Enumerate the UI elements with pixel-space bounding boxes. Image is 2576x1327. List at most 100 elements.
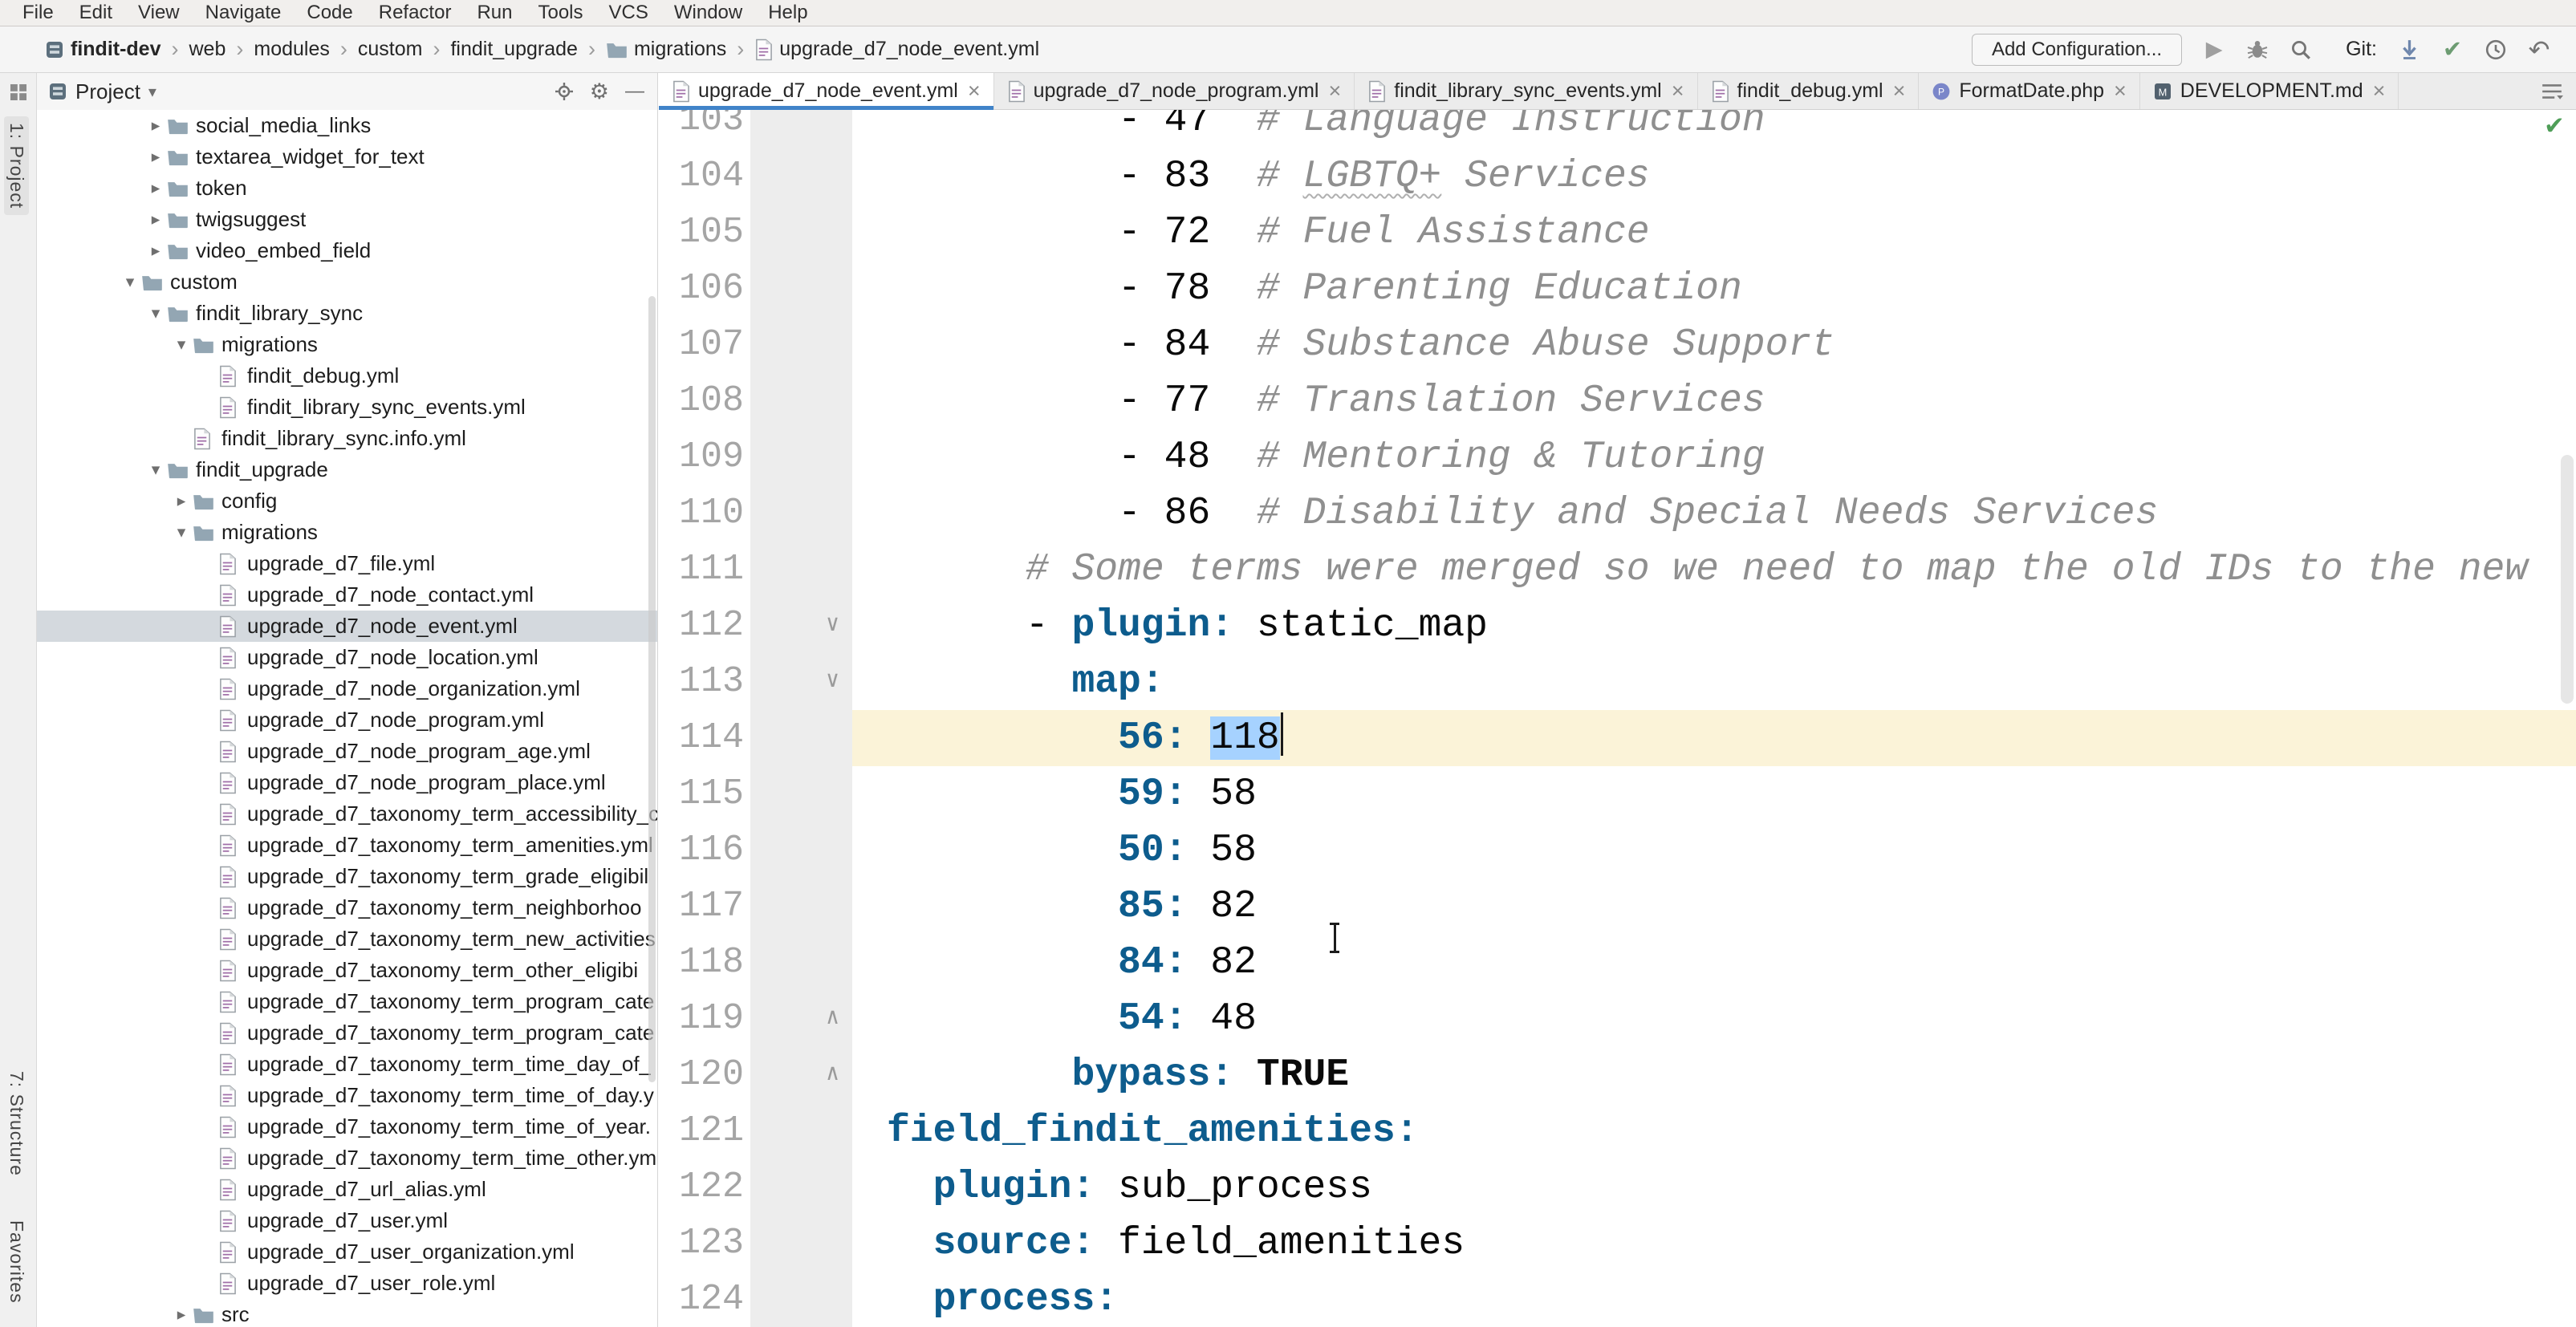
tree-item-upgrade_d7_taxonomy_term_accessibility_c[interactable]: upgrade_d7_taxonomy_term_accessibility_c xyxy=(37,798,657,830)
tab-close-icon[interactable]: × xyxy=(1893,79,1906,103)
code-line-119[interactable]: 119∧ 54: 48 xyxy=(659,991,2576,1047)
code-line-115[interactable]: 115 59: 58 xyxy=(659,766,2576,822)
tree-item-findit_upgrade[interactable]: ▾findit_upgrade xyxy=(37,454,657,485)
tree-item-upgrade_d7_node_program_age.yml[interactable]: upgrade_d7_node_program_age.yml xyxy=(37,736,657,767)
add-configuration-button[interactable]: Add Configuration... xyxy=(1972,34,2182,66)
tree-item-video_embed_field[interactable]: ▸video_embed_field xyxy=(37,235,657,266)
tree-item-upgrade_d7_user_role.yml[interactable]: upgrade_d7_user_role.yml xyxy=(37,1268,657,1299)
breadcrumb-item-modules[interactable]: modules xyxy=(254,38,330,61)
inspections-ok-icon[interactable]: ✔ xyxy=(2544,112,2565,140)
tab-upgrade_d7_node_program.yml[interactable]: upgrade_d7_node_program.yml× xyxy=(994,73,1355,109)
tree-item-upgrade_d7_user.yml[interactable]: upgrade_d7_user.yml xyxy=(37,1205,657,1236)
tree-item-migrations[interactable]: ▾migrations xyxy=(37,517,657,548)
tab-findit_library_sync_events.yml[interactable]: findit_library_sync_events.yml× xyxy=(1355,73,1697,109)
code-line-117[interactable]: 117 85: 82 xyxy=(659,879,2576,935)
menu-item-navigate[interactable]: Navigate xyxy=(193,0,295,26)
code-line-108[interactable]: 108 - 77 # Translation Services xyxy=(659,373,2576,429)
tree-item-social_media_links[interactable]: ▸social_media_links xyxy=(37,110,657,141)
tree-item-upgrade_d7_taxonomy_term_time_of_day.y[interactable]: upgrade_d7_taxonomy_term_time_of_day.y xyxy=(37,1080,657,1111)
tree-item-upgrade_d7_taxonomy_term_other_eligibi[interactable]: upgrade_d7_taxonomy_term_other_eligibi xyxy=(37,955,657,986)
tree-item-token[interactable]: ▸token xyxy=(37,172,657,204)
tree-item-migrations[interactable]: ▾migrations xyxy=(37,329,657,360)
tree-expand-arrow-icon[interactable]: ▸ xyxy=(144,209,167,229)
tree-item-upgrade_d7_taxonomy_term_amenities.yml[interactable]: upgrade_d7_taxonomy_term_amenities.yml xyxy=(37,830,657,861)
tree-collapse-arrow-icon[interactable]: ▾ xyxy=(119,272,141,292)
tree-item-twigsuggest[interactable]: ▸twigsuggest xyxy=(37,204,657,235)
code-line-112[interactable]: 112∨ - plugin: static_map xyxy=(659,598,2576,654)
breadcrumb-item-migrations[interactable]: migrations xyxy=(606,38,726,61)
tab-close-icon[interactable]: × xyxy=(2114,79,2127,103)
tree-collapse-arrow-icon[interactable]: ▾ xyxy=(170,335,193,355)
tree-item-custom[interactable]: ▾custom xyxy=(37,266,657,298)
debug-icon[interactable] xyxy=(2243,35,2272,64)
tree-item-textarea_widget_for_text[interactable]: ▸textarea_widget_for_text xyxy=(37,141,657,172)
tree-collapse-arrow-icon[interactable]: ▾ xyxy=(144,460,167,480)
fold-down-icon[interactable]: ∨ xyxy=(826,654,839,710)
code-line-109[interactable]: 109 - 48 # Mentoring & Tutoring xyxy=(659,429,2576,485)
stripe-structure-button[interactable]: 7: Structure xyxy=(6,1071,27,1176)
project-tree-scrollbar[interactable] xyxy=(648,296,656,1082)
tree-item-upgrade_d7_node_organization.yml[interactable]: upgrade_d7_node_organization.yml xyxy=(37,673,657,704)
tree-expand-arrow-icon[interactable]: ▸ xyxy=(144,116,167,136)
code-line-123[interactable]: 123 source: field_amenities xyxy=(659,1215,2576,1272)
chevron-down-icon[interactable]: ▾ xyxy=(148,82,156,102)
menu-item-code[interactable]: Code xyxy=(294,0,365,26)
tree-item-upgrade_d7_taxonomy_term_new_activities[interactable]: upgrade_d7_taxonomy_term_new_activities xyxy=(37,923,657,955)
tab-close-icon[interactable]: × xyxy=(1672,79,1684,103)
code-line-103[interactable]: 103 - 47 # Language Instruction xyxy=(659,110,2576,148)
tree-collapse-arrow-icon[interactable]: ▾ xyxy=(170,522,193,542)
tab-findit_debug.yml[interactable]: findit_debug.yml× xyxy=(1698,73,1920,109)
code-line-107[interactable]: 107 - 84 # Substance Abuse Support xyxy=(659,317,2576,373)
tab-close-icon[interactable]: × xyxy=(1328,79,1341,103)
gear-icon[interactable]: ⚙ xyxy=(590,79,609,104)
git-commit-check-button[interactable]: ✔ xyxy=(2438,35,2467,64)
menu-item-edit[interactable]: Edit xyxy=(67,0,125,26)
menu-item-window[interactable]: Window xyxy=(661,0,755,26)
code-line-114[interactable]: 114 56: 118 xyxy=(659,710,2576,766)
tree-item-upgrade_d7_user_organization.yml[interactable]: upgrade_d7_user_organization.yml xyxy=(37,1236,657,1268)
fold-down-icon[interactable]: ∨ xyxy=(826,598,839,654)
tree-item-upgrade_d7_taxonomy_term_grade_eligibil[interactable]: upgrade_d7_taxonomy_term_grade_eligibil xyxy=(37,861,657,892)
tool-window-grid-icon[interactable] xyxy=(9,83,28,102)
menu-item-help[interactable]: Help xyxy=(755,0,820,26)
breadcrumb-item-findit-dev[interactable]: findit-dev xyxy=(45,38,161,61)
tree-item-upgrade_d7_taxonomy_term_time_of_year.[interactable]: upgrade_d7_taxonomy_term_time_of_year. xyxy=(37,1111,657,1142)
tree-item-findit_library_sync[interactable]: ▾findit_library_sync xyxy=(37,298,657,329)
tree-item-upgrade_d7_node_location.yml[interactable]: upgrade_d7_node_location.yml xyxy=(37,642,657,673)
tab-DEVELOPMENT.md[interactable]: MDEVELOPMENT.md× xyxy=(2140,73,2399,109)
tab-close-icon[interactable]: × xyxy=(968,79,981,103)
code-line-121[interactable]: 121field_findit_amenities: xyxy=(659,1103,2576,1159)
tree-item-upgrade_d7_url_alias.yml[interactable]: upgrade_d7_url_alias.yml xyxy=(37,1174,657,1205)
menu-item-file[interactable]: File xyxy=(10,0,67,26)
code-line-111[interactable]: 111 # Some terms were merged so we need … xyxy=(659,542,2576,598)
stripe-project-button[interactable]: 1: Project xyxy=(4,116,29,215)
code-line-124[interactable]: 124 process: xyxy=(659,1272,2576,1327)
menu-item-view[interactable]: View xyxy=(125,0,193,26)
code-line-120[interactable]: 120∧ bypass: TRUE xyxy=(659,1047,2576,1103)
tree-expand-arrow-icon[interactable]: ▸ xyxy=(170,491,193,511)
tree-item-upgrade_d7_taxonomy_term_program_cate[interactable]: upgrade_d7_taxonomy_term_program_cate xyxy=(37,986,657,1017)
menu-item-tools[interactable]: Tools xyxy=(525,0,595,26)
hide-panel-icon[interactable]: — xyxy=(625,80,644,103)
git-revert-button[interactable]: ↶ xyxy=(2525,35,2554,64)
menu-item-vcs[interactable]: VCS xyxy=(596,0,661,26)
tree-item-upgrade_d7_taxonomy_term_time_day_of_[interactable]: upgrade_d7_taxonomy_term_time_day_of_ xyxy=(37,1049,657,1080)
tree-expand-arrow-icon[interactable]: ▸ xyxy=(170,1305,193,1325)
breadcrumb-item-upgrade_d7_node_event.yml[interactable]: upgrade_d7_node_event.yml xyxy=(754,38,1039,61)
code-line-105[interactable]: 105 - 72 # Fuel Assistance xyxy=(659,205,2576,261)
tree-item-findit_library_sync_events.yml[interactable]: findit_library_sync_events.yml xyxy=(37,392,657,423)
editor-body[interactable]: 103 - 47 # Language Instruction104 - 83 … xyxy=(659,110,2576,1327)
fold-up-icon[interactable]: ∧ xyxy=(826,1047,839,1103)
run-button[interactable]: ▶ xyxy=(2200,35,2229,64)
tree-item-upgrade_d7_node_event.yml[interactable]: upgrade_d7_node_event.yml xyxy=(37,611,657,642)
tree-item-upgrade_d7_node_program.yml[interactable]: upgrade_d7_node_program.yml xyxy=(37,704,657,736)
tab-close-icon[interactable]: × xyxy=(2373,79,2386,103)
tab-upgrade_d7_node_event.yml[interactable]: upgrade_d7_node_event.yml× xyxy=(659,73,994,109)
tab-FormatDate.php[interactable]: PFormatDate.php× xyxy=(1919,73,2139,109)
history-icon[interactable] xyxy=(2481,35,2510,64)
tree-item-config[interactable]: ▸config xyxy=(37,485,657,517)
code-line-118[interactable]: 118 84: 82 xyxy=(659,935,2576,991)
breadcrumb-item-web[interactable]: web xyxy=(189,38,226,61)
show-hidden-tabs-icon[interactable] xyxy=(2541,82,2563,101)
tree-expand-arrow-icon[interactable]: ▸ xyxy=(144,178,167,198)
